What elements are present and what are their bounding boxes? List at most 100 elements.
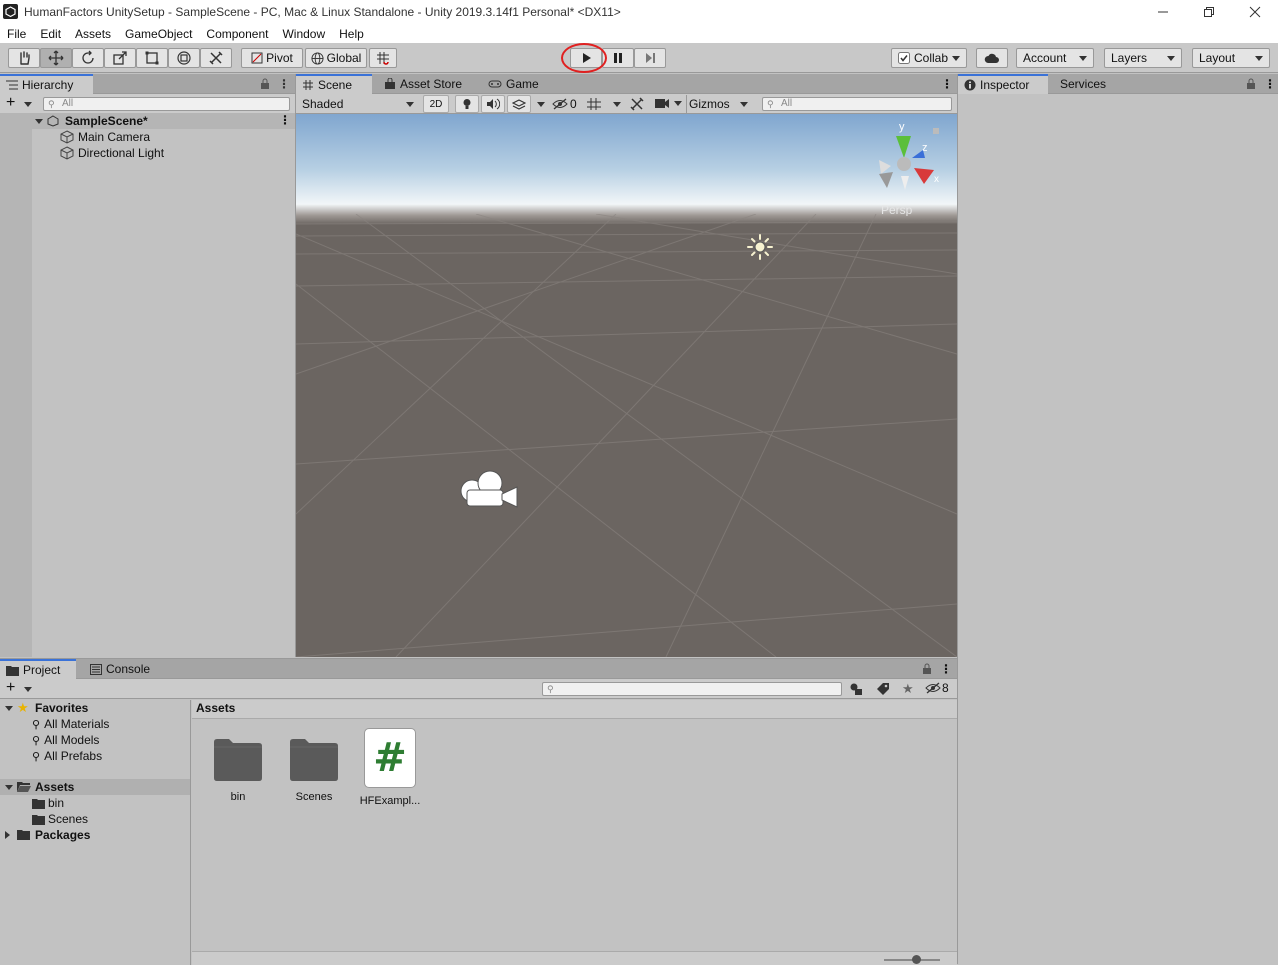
cloud-button[interactable] <box>976 48 1008 68</box>
rect-tool-button[interactable] <box>136 48 168 68</box>
minimize-button[interactable] <box>1140 0 1186 24</box>
more-options-icon[interactable]: ⋮ <box>940 662 952 676</box>
tab-inspector[interactable]: Inspector <box>958 74 1048 94</box>
minimize-icon <box>1158 11 1168 13</box>
scene-search-input[interactable]: ⚲ All <box>762 97 952 111</box>
services-tab-label: Services <box>1060 77 1107 91</box>
zoom-slider-handle[interactable] <box>912 955 921 964</box>
asset-item[interactable]: bin <box>203 732 273 803</box>
collab-dropdown[interactable]: Collab <box>891 48 967 68</box>
search-by-label-button[interactable] <box>876 682 890 696</box>
effects-toggle[interactable] <box>507 95 531 113</box>
camera-settings-dropdown[interactable] <box>654 98 682 109</box>
shading-mode-dropdown[interactable]: Shaded <box>298 95 418 113</box>
menu-window[interactable]: Window <box>275 27 332 41</box>
tab-hierarchy[interactable]: Hierarchy <box>0 74 93 94</box>
menu-component[interactable]: Component <box>199 27 275 41</box>
project-search-input[interactable]: ⚲ <box>542 682 842 696</box>
pivot-toggle[interactable]: Pivot <box>241 48 303 68</box>
asset-breadcrumb[interactable]: Assets <box>192 700 957 719</box>
hierarchy-search-input[interactable]: ⚲ All <box>43 97 290 111</box>
layout-dropdown[interactable]: Layout <box>1192 48 1270 68</box>
asset-item[interactable]: Scenes <box>279 732 349 803</box>
lock-icon[interactable] <box>260 78 270 89</box>
search-icon: ⚲ <box>32 734 41 747</box>
console-tab-label: Console <box>106 662 151 676</box>
hidden-packages-toggle[interactable]: 8 <box>925 681 949 695</box>
restore-button[interactable] <box>1186 0 1232 24</box>
tab-console[interactable]: Console <box>84 659 156 679</box>
hierarchy-item[interactable]: Main Camera <box>60 129 150 145</box>
custom-tool-button[interactable] <box>200 48 232 68</box>
lock-icon[interactable] <box>1246 78 1256 89</box>
tools-toggle[interactable] <box>630 97 644 111</box>
more-options-icon[interactable]: ⋮ <box>941 77 953 91</box>
close-button[interactable] <box>1232 0 1278 24</box>
more-options-icon[interactable]: ⋮ <box>278 77 290 91</box>
lighting-toggle[interactable] <box>455 95 479 113</box>
gizmos-dropdown[interactable]: Gizmos <box>686 95 748 113</box>
scene-row[interactable]: SampleScene* ⋮ <box>0 113 295 129</box>
layers-dropdown[interactable]: Layers <box>1104 48 1182 68</box>
more-options-icon[interactable]: ⋮ <box>1264 77 1276 91</box>
chevron-down-icon[interactable] <box>537 102 545 107</box>
account-dropdown[interactable]: Account <box>1016 48 1094 68</box>
scene-viewport[interactable]: y z x Persp <box>296 114 957 657</box>
game-tab-label: Game <box>506 77 539 91</box>
hidden-objects-toggle[interactable]: 0 <box>552 95 577 113</box>
asset-item-label: Scenes <box>295 791 333 803</box>
asset-folder-item[interactable]: bin <box>32 795 64 811</box>
move-tool-button[interactable] <box>40 48 72 68</box>
menu-gameobject[interactable]: GameObject <box>118 27 199 41</box>
packages-row[interactable]: Packages <box>0 827 190 843</box>
2d-toggle[interactable]: 2D <box>423 95 449 113</box>
transform-tool-button[interactable] <box>168 48 200 68</box>
chevron-down-icon[interactable] <box>24 102 32 107</box>
favorite-item[interactable]: ⚲ All Models <box>32 732 99 748</box>
orientation-gizmo[interactable]: y z x Persp <box>871 116 951 216</box>
global-toggle[interactable]: Global <box>305 48 367 68</box>
chevron-right-icon[interactable] <box>5 831 10 839</box>
star-icon[interactable]: ★ <box>902 681 914 697</box>
tab-asset-store[interactable]: Asset Store <box>378 74 468 94</box>
inspector-tab-label: Inspector <box>980 78 1030 92</box>
speaker-icon <box>487 98 500 110</box>
menu-edit[interactable]: Edit <box>33 27 68 41</box>
hand-tool-button[interactable] <box>8 48 40 68</box>
chevron-down-icon[interactable] <box>35 119 43 124</box>
layers-label: Layers <box>1111 51 1148 65</box>
grid-toggle[interactable] <box>586 97 602 111</box>
chevron-down-icon <box>1255 55 1263 61</box>
snap-toggle[interactable] <box>369 48 397 68</box>
asset-folder-item[interactable]: Scenes <box>32 811 88 827</box>
project-panel: Project Console ⋮ + ⚲ ★ 8 ★ Favorites ⚲ … <box>0 658 957 965</box>
add-icon[interactable]: + <box>6 680 15 696</box>
search-by-type-button[interactable] <box>849 682 863 696</box>
favorites-row[interactable]: ★ Favorites <box>0 700 190 716</box>
menu-file[interactable]: File <box>0 27 33 41</box>
window-title: HumanFactors UnitySetup - SampleScene - … <box>24 5 621 19</box>
tab-scene[interactable]: Scene <box>296 74 372 94</box>
chevron-down-icon[interactable] <box>24 687 32 692</box>
assets-root-row[interactable]: Assets <box>0 779 190 795</box>
scale-tool-button[interactable] <box>104 48 136 68</box>
favorite-item[interactable]: ⚲ All Prefabs <box>32 748 102 764</box>
unity-scene-icon <box>47 115 59 127</box>
step-button[interactable] <box>634 48 666 68</box>
menu-help[interactable]: Help <box>332 27 371 41</box>
add-icon[interactable]: + <box>6 95 15 111</box>
lock-icon[interactable] <box>922 663 932 674</box>
audio-toggle[interactable] <box>481 95 505 113</box>
favorite-item[interactable]: ⚲ All Materials <box>32 716 109 732</box>
chevron-down-icon[interactable] <box>613 102 621 107</box>
more-options-icon[interactable]: ⋮ <box>279 113 291 127</box>
tab-game[interactable]: Game <box>482 74 545 94</box>
asset-item[interactable]: # HFExampl... <box>355 728 425 807</box>
chevron-down-icon[interactable] <box>5 785 13 790</box>
tab-services[interactable]: Services <box>1054 74 1112 94</box>
rotate-tool-button[interactable] <box>72 48 104 68</box>
menu-assets[interactable]: Assets <box>68 27 118 41</box>
hierarchy-item[interactable]: Directional Light <box>60 145 164 161</box>
chevron-down-icon[interactable] <box>5 706 13 711</box>
tab-project[interactable]: Project <box>0 659 76 679</box>
